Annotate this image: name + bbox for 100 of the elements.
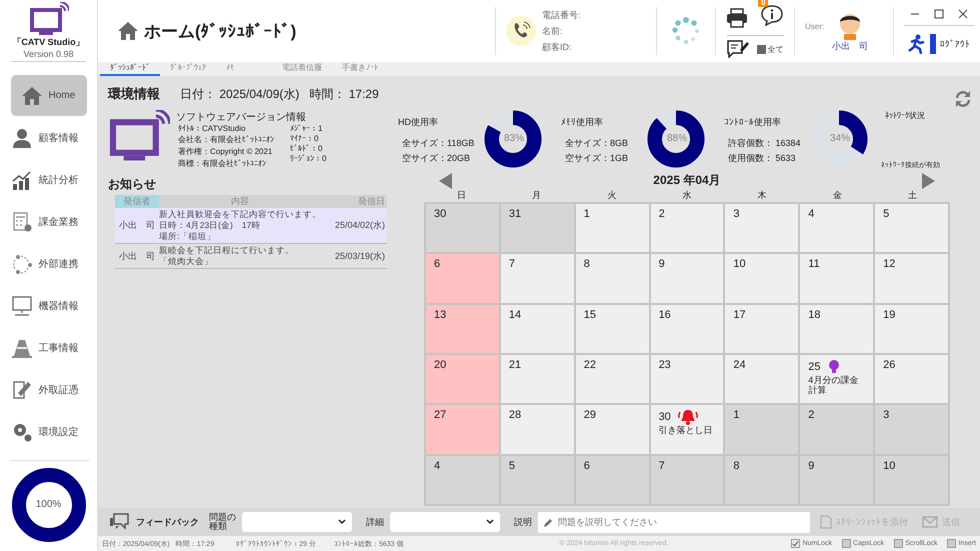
day-number: 9 [658, 258, 665, 270]
calendar-day[interactable]: 28 [500, 405, 574, 454]
sidebar-item[interactable]: 顧客情報 [6, 117, 90, 158]
bell-icon [676, 409, 699, 426]
calendar-day[interactable]: 4 [426, 456, 499, 504]
memo-edit-icon[interactable] [726, 40, 748, 58]
calendar-day[interactable]: 3 [875, 405, 948, 454]
calendar-day[interactable]: 3 [725, 204, 798, 252]
document-icon [820, 515, 832, 529]
calendar-day[interactable]: 11 [800, 254, 874, 303]
calendar-day[interactable]: 9 [800, 456, 874, 504]
calendar-day[interactable]: 7 [500, 254, 574, 303]
sidebar-item[interactable]: 機器情報 [6, 285, 90, 326]
calendar-day[interactable]: 29 [576, 405, 649, 454]
calendar-day[interactable]: 2 [650, 204, 724, 252]
calendar-day[interactable]: 30 引き落とし日 [650, 405, 724, 454]
day-number: 10 [733, 258, 746, 270]
print-icon[interactable] [726, 8, 748, 28]
calendar-day[interactable]: 12 [875, 254, 948, 303]
app-name: 「CATV Studio」 [12, 36, 85, 49]
logout-button[interactable]: ﾛｸﾞｱｳﾄ [908, 34, 970, 54]
weekday-label: 月 [531, 189, 542, 202]
day-number: 31 [508, 208, 522, 220]
calendar-day[interactable]: 30 [426, 204, 499, 252]
field-label: 説明 [514, 516, 532, 528]
sidebar-item[interactable]: 課金業務 [6, 201, 90, 242]
date-text: 日付： 2025/04/09(水) [180, 86, 300, 102]
refresh-icon[interactable] [954, 90, 972, 108]
calendar-day[interactable]: 26 [875, 354, 948, 404]
calendar-day[interactable]: 15 [576, 304, 649, 353]
chevron-down-icon [338, 519, 346, 525]
calendar-day[interactable]: 14 [500, 304, 574, 353]
gauge-detail: 許容個数： 16384 [727, 136, 802, 150]
user-label: User: [805, 22, 824, 30]
notice-row[interactable]: 小出 司 新入社員歓迎会を下記内容で行います。 日時：4月23日(金) 17時 場所:「稲垣」 25/04/02(水) [115, 208, 387, 244]
calendar-day[interactable]: 8 [725, 456, 798, 504]
column-header: 発信日 [357, 195, 386, 208]
calendar-day[interactable]: 10 [725, 254, 798, 303]
calendar-day[interactable]: 9 [650, 254, 724, 303]
calendar-day[interactable]: 2 [800, 405, 874, 454]
weekday-label: 木 [756, 189, 768, 202]
sidebar-item[interactable]: 工事情報 [6, 327, 90, 368]
weekday-label: 火 [606, 189, 618, 202]
weekday-label: 土 [906, 189, 918, 202]
notice-text: 親睦会を下記日程にて行います。 [159, 245, 295, 256]
person-icon [10, 126, 32, 148]
calendar-day[interactable]: 27 [426, 405, 499, 454]
calendar-day[interactable]: 4 [800, 204, 874, 252]
version-info-line: ﾏｲﾅｰ：0 [290, 134, 320, 143]
calendar-day[interactable]: 16 [650, 304, 724, 353]
calendar-day[interactable]: 20 [426, 354, 499, 404]
calendar-day[interactable]: 10 [875, 456, 948, 504]
calendar-day[interactable]: 13 [426, 304, 499, 353]
version-info-title: ソフトウェアバージョン情報 [176, 110, 307, 124]
sidebar-item[interactable]: 外部連携 [6, 243, 90, 284]
running-exit-icon [908, 34, 938, 54]
previous-icon[interactable] [439, 172, 453, 188]
day-number: 19 [883, 308, 896, 321]
time-text: 時間： 17:29 [309, 86, 379, 102]
day-number: 13 [434, 308, 446, 321]
column-header: 発信者 [115, 195, 159, 208]
sidebar-item[interactable]: 統計分析 [6, 159, 90, 200]
sidebar-item[interactable]: 外取証憑 [6, 369, 90, 410]
donut-gauge [484, 110, 542, 168]
calendar-day[interactable]: 5 [875, 204, 948, 252]
calendar-day[interactable]: 6 [576, 456, 649, 504]
notice-text: 「焼肉大会」 [159, 256, 214, 267]
tv-logo-icon [108, 110, 170, 162]
sidebar-item[interactable]: Home [10, 75, 86, 116]
link-icon [10, 252, 32, 274]
info-bubble-icon[interactable] [760, 4, 784, 26]
all-checkbox[interactable]: 全て [756, 44, 784, 54]
calendar-day[interactable]: 21 [500, 354, 574, 404]
calendar-day[interactable]: 24 [725, 354, 798, 404]
calendar-day[interactable]: 6 [426, 254, 499, 303]
calendar-day[interactable]: 18 [800, 304, 874, 353]
chart-icon [10, 168, 32, 190]
calendar-day[interactable]: 1 [725, 405, 798, 454]
document-icon [10, 378, 32, 400]
gauge-detail: 全サイズ：118GB [401, 136, 476, 150]
calendar-day[interactable]: 7 [650, 456, 724, 504]
calendar-day[interactable]: 22 [576, 354, 649, 404]
progress-reading: 100% [34, 499, 62, 510]
calendar-day[interactable]: 19 [875, 304, 948, 353]
calendar-day[interactable]: 8 [576, 254, 649, 303]
day-number: 8 [584, 258, 590, 270]
calendar-day[interactable]: 5 [500, 456, 574, 504]
maximize-icon[interactable] [934, 8, 944, 18]
checkbox[interactable] [756, 44, 766, 54]
calendar-day[interactable]: 17 [725, 304, 798, 353]
calendar-day[interactable]: 1 [576, 204, 649, 252]
day-number: 2 [808, 409, 814, 422]
calendar-day[interactable]: 23 [650, 354, 724, 404]
next-icon[interactable] [920, 172, 935, 188]
calendar-day[interactable]: 25 4月分の課金計算 [800, 354, 874, 404]
calendar-day[interactable]: 31 [500, 204, 574, 252]
description-field[interactable]: 問題を説明してください [538, 512, 810, 532]
sidebar-item[interactable]: 環境設定 [6, 411, 90, 452]
version-info-line: ﾘｰｼﾞｮﾝ：0 [290, 154, 326, 163]
close-icon[interactable] [958, 8, 968, 18]
